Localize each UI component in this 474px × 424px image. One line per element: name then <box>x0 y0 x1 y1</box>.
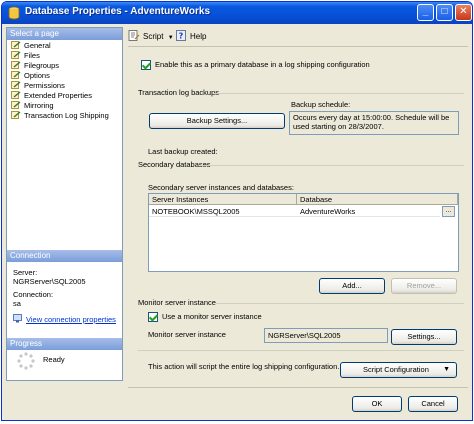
secondary-instances-grid[interactable]: Server Instances Database NOTEBOOK\MSSQL… <box>148 193 459 272</box>
page-icon <box>11 71 21 79</box>
sidebar-item-mirroring[interactable]: Mirroring <box>11 101 121 111</box>
page-icon <box>11 91 21 99</box>
minimize-button[interactable]: _ <box>417 4 434 21</box>
database-properties-window: Database Properties - AdventureWorks _ □… <box>1 1 473 421</box>
monitor-settings-button[interactable]: Settings... <box>391 329 457 345</box>
page-icon <box>11 51 21 59</box>
script-button[interactable]: Script ▼ <box>128 29 174 45</box>
monitor-server-section-label: Monitor server instance <box>138 298 216 307</box>
use-monitor-checkbox[interactable] <box>148 312 158 322</box>
script-divider <box>138 350 464 351</box>
script-dropdown-arrow-icon[interactable]: ▼ <box>168 35 174 41</box>
toolbar-separator <box>128 46 468 47</box>
window-title: Database Properties - AdventureWorks <box>25 6 211 17</box>
server-label: Server: <box>13 268 38 277</box>
secondary-databases-divider <box>200 165 464 166</box>
backup-settings-button[interactable]: Backup Settings... <box>149 113 285 129</box>
maximize-button[interactable]: □ <box>436 4 453 21</box>
script-configuration-button[interactable]: Script Configuration ▼ <box>340 362 457 378</box>
cancel-button[interactable]: Cancel <box>408 396 458 412</box>
database-icon <box>8 6 20 20</box>
footer-divider <box>128 387 468 388</box>
select-page-header: Select a page <box>7 28 122 40</box>
add-button[interactable]: Add... <box>319 278 385 294</box>
page-icon <box>11 101 21 109</box>
monitor-server-divider <box>216 303 464 304</box>
secondary-grid-label: Secondary server instances and databases… <box>148 183 294 192</box>
connection-properties-icon <box>13 314 22 323</box>
sidebar-item-extended-properties[interactable]: Extended Properties <box>11 91 121 101</box>
grid-header-database[interactable]: Database <box>297 194 458 205</box>
sidebar-item-files[interactable]: Files <box>11 51 121 61</box>
page-icon <box>11 81 21 89</box>
help-icon: ? <box>176 30 186 41</box>
enable-primary-checkbox[interactable] <box>141 60 151 70</box>
server-value: NGRServer\SQL2005 <box>13 277 86 286</box>
enable-primary-label: Enable this as a primary database in a l… <box>155 60 370 69</box>
script-info-text: This action will script the entire log s… <box>148 362 340 371</box>
sidebar-item-options[interactable]: Options <box>11 71 121 81</box>
backup-schedule-label: Backup schedule: <box>291 100 351 109</box>
connection-label: Connection: <box>13 290 54 299</box>
page-icon <box>11 111 21 119</box>
remove-button[interactable]: Remove... <box>391 278 457 294</box>
page-icon <box>11 41 21 49</box>
grid-row-ellipsis-button[interactable]: ... <box>442 206 455 217</box>
view-connection-properties[interactable]: View connection properties <box>13 314 116 324</box>
ok-button[interactable]: OK <box>352 396 402 412</box>
progress-spinner-icon <box>17 352 35 370</box>
last-backup-label: Last backup created: <box>148 147 218 156</box>
help-button[interactable]: ? Help <box>176 29 206 45</box>
transaction-log-backups-divider <box>214 93 464 94</box>
grid-header-server-instances[interactable]: Server Instances <box>149 194 297 205</box>
sidebar-item-filegroups[interactable]: Filegroups <box>11 61 121 71</box>
page-icon <box>11 61 21 69</box>
transaction-log-backups-label: Transaction log backups <box>138 88 220 97</box>
script-icon <box>128 30 140 41</box>
sidebar-item-permissions[interactable]: Permissions <box>11 81 121 91</box>
connection-value: sa <box>13 299 21 308</box>
sidebar-item-general[interactable]: General <box>11 41 121 51</box>
grid-cell-server-instance[interactable]: NOTEBOOK\MSSQL2005 <box>149 206 297 217</box>
svg-text:?: ? <box>179 32 184 41</box>
grid-cell-database[interactable]: AdventureWorks <box>297 206 440 217</box>
title-bar[interactable]: Database Properties - AdventureWorks _ □… <box>2 2 472 24</box>
monitor-server-input[interactable]: NGRServer\SQL2005 <box>264 328 388 343</box>
backup-schedule-text: Occurs every day at 15:00:00. Schedule w… <box>289 111 459 135</box>
chevron-down-icon: ▼ <box>443 366 450 373</box>
monitor-server-instance-label: Monitor server instance <box>148 330 226 339</box>
progress-status: Ready <box>43 355 65 364</box>
connection-header: Connection <box>7 250 122 262</box>
progress-header: Progress <box>7 338 122 350</box>
toolbar: Script ▼ ? Help <box>128 29 468 45</box>
use-monitor-label: Use a monitor server instance <box>162 312 262 321</box>
left-pane: Select a page General Files Filegroups O… <box>6 27 123 381</box>
view-connection-properties-link[interactable]: View connection properties <box>26 315 116 324</box>
sidebar-item-transaction-log-shipping[interactable]: Transaction Log Shipping <box>11 111 121 121</box>
close-button[interactable]: ✕ <box>455 4 472 21</box>
